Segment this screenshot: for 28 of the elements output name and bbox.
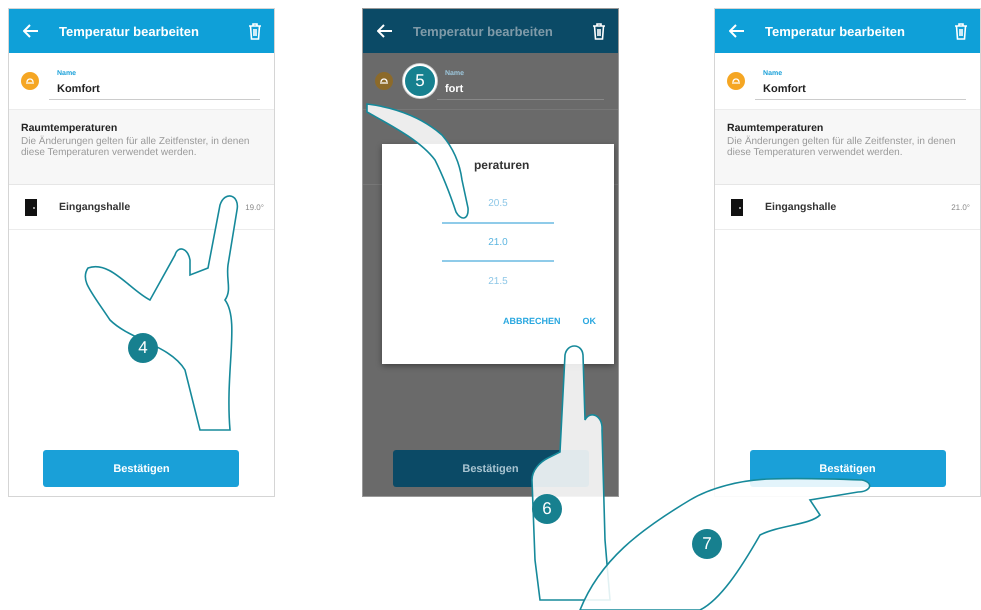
comfort-icon: [374, 72, 393, 90]
confirm-button[interactable]: Bestätigen: [43, 450, 240, 487]
door-icon: [731, 198, 744, 216]
temperature-option[interactable]: 21.5: [488, 262, 508, 300]
dialog-button[interactable]: ABBRECHEN: [498, 314, 564, 328]
screen-title: Temperatur bearbeiten: [765, 24, 906, 38]
dialog-button[interactable]: OK: [578, 314, 600, 328]
field-value: fort: [444, 83, 464, 95]
section-title: Raumtemperaturen: [21, 122, 118, 134]
section-description: Die Änderungen gelten für alle Zeitfenster, in denen diese Temperaturen verwendet werden.: [21, 136, 250, 158]
section-description: Die Änderungen gelten für alle Zeitfenster, in denen diese Temperaturen verwendet werden.: [727, 136, 957, 158]
temperature-option[interactable]: 21.0: [442, 222, 554, 262]
screen-title: Temperatur bearbeiten: [59, 24, 200, 38]
screen-title: Temperatur bearbeiten: [412, 24, 554, 38]
back-arrow-icon[interactable]: [376, 24, 393, 38]
field-value: Komfort: [57, 83, 100, 95]
temperature-option[interactable]: 20.5: [488, 184, 508, 222]
room-name: Eingangshalle: [765, 201, 838, 213]
room-temperature: 19.0°: [245, 202, 264, 212]
room-name: Eingangshalle: [59, 201, 132, 213]
room-temperature: 21.0°: [951, 202, 970, 212]
section-title: Raumtemperaturen: [727, 122, 824, 134]
dialog-title: peraturen: [474, 158, 530, 172]
comfort-icon: [21, 72, 39, 90]
trash-icon[interactable]: [592, 22, 606, 40]
door-icon: [25, 198, 37, 216]
comfort-icon: [727, 72, 746, 90]
field-value: Komfort: [763, 83, 806, 95]
